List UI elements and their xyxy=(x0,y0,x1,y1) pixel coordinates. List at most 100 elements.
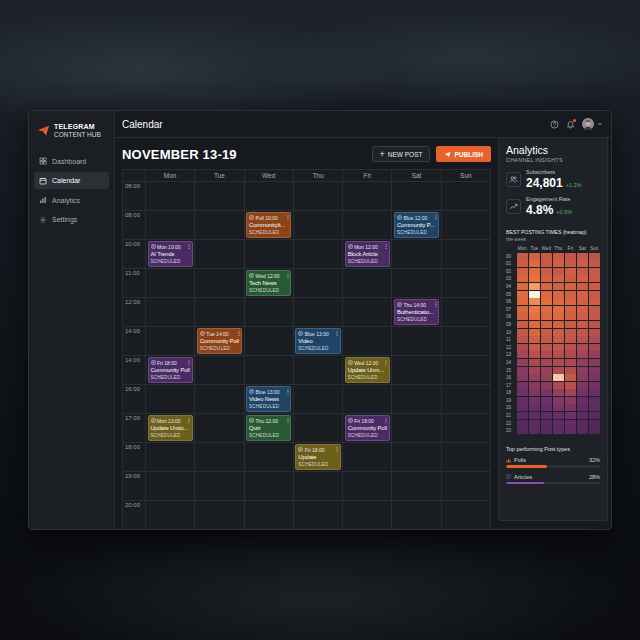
heatmap-cell[interactable] xyxy=(577,329,588,336)
heatmap-cell[interactable] xyxy=(553,313,564,320)
heatmap-cell[interactable] xyxy=(529,389,540,396)
heatmap-cell[interactable] xyxy=(553,427,564,434)
heatmap-cell[interactable] xyxy=(589,268,600,275)
sidebar-item[interactable]: Settings xyxy=(34,211,109,228)
heatmap-cell[interactable] xyxy=(517,306,528,313)
time-slot[interactable] xyxy=(145,443,194,472)
time-slot[interactable] xyxy=(244,182,293,211)
more-icon[interactable] xyxy=(385,244,387,249)
time-slot[interactable] xyxy=(342,211,391,240)
heatmap-cell[interactable] xyxy=(553,382,564,389)
time-slot[interactable] xyxy=(293,182,342,211)
publish-button[interactable]: PUBLISH xyxy=(436,146,491,162)
heatmap-cell[interactable] xyxy=(517,367,528,374)
time-slot[interactable]: Wed 12:00 Tech News SCHEDULED xyxy=(244,269,293,298)
heatmap-cell[interactable] xyxy=(577,344,588,351)
more-icon[interactable] xyxy=(287,273,289,278)
time-slot[interactable] xyxy=(145,182,194,211)
heatmap-cell[interactable] xyxy=(553,260,564,267)
heatmap-cell[interactable] xyxy=(565,329,576,336)
time-slot[interactable] xyxy=(391,385,440,414)
time-slot[interactable]: Tue 14:00 Community Poll SCHEDULED xyxy=(194,327,243,356)
heatmap-cell[interactable] xyxy=(589,253,600,260)
time-slot[interactable] xyxy=(342,443,391,472)
heatmap-cell[interactable] xyxy=(541,404,552,411)
heatmap-cell[interactable] xyxy=(577,306,588,313)
heatmap-cell[interactable] xyxy=(529,397,540,404)
time-slot[interactable] xyxy=(441,414,490,443)
heatmap-cell[interactable] xyxy=(589,329,600,336)
time-slot[interactable] xyxy=(441,472,490,501)
heatmap-cell[interactable] xyxy=(589,427,600,434)
heatmap-cell[interactable] xyxy=(565,344,576,351)
heatmap-cell[interactable] xyxy=(577,351,588,358)
heatmap-cell[interactable] xyxy=(577,367,588,374)
heatmap-cell[interactable] xyxy=(553,412,564,419)
heatmap-cell[interactable] xyxy=(517,313,528,320)
time-slot[interactable] xyxy=(342,472,391,501)
heatmap-cell[interactable] xyxy=(553,306,564,313)
heatmap-cell[interactable] xyxy=(589,389,600,396)
heatmap-cell[interactable] xyxy=(553,283,564,290)
heatmap-cell[interactable] xyxy=(589,420,600,427)
heatmap-cell[interactable] xyxy=(565,291,576,298)
post-card[interactable]: Tue 14:00 Community Poll SCHEDULED xyxy=(197,328,242,354)
heatmap-cell[interactable] xyxy=(589,336,600,343)
heatmap-cell[interactable] xyxy=(589,260,600,267)
notifications-button[interactable] xyxy=(566,120,575,129)
post-card[interactable]: Fri 18:00 Community Poll SCHEDULED xyxy=(148,357,193,383)
heatmap-cell[interactable] xyxy=(529,351,540,358)
heatmap-cell[interactable] xyxy=(589,291,600,298)
heatmap-cell[interactable] xyxy=(577,260,588,267)
heatmap-cell[interactable] xyxy=(577,382,588,389)
heatmap-cell[interactable] xyxy=(565,374,576,381)
heatmap-cell[interactable] xyxy=(529,404,540,411)
time-slot[interactable] xyxy=(441,298,490,327)
heatmap-cell[interactable] xyxy=(517,291,528,298)
heatmap-cell[interactable] xyxy=(541,351,552,358)
heatmap-cell[interactable] xyxy=(565,268,576,275)
heatmap-cell[interactable] xyxy=(529,336,540,343)
time-slot[interactable] xyxy=(244,443,293,472)
heatmap-cell[interactable] xyxy=(565,389,576,396)
heatmap-cell[interactable] xyxy=(529,344,540,351)
sidebar-item[interactable]: Analytics xyxy=(34,192,109,209)
time-slot[interactable] xyxy=(194,269,243,298)
time-slot[interactable] xyxy=(342,385,391,414)
heatmap-cell[interactable] xyxy=(529,382,540,389)
time-slot[interactable] xyxy=(391,472,440,501)
more-icon[interactable] xyxy=(336,331,338,336)
chevron-down-icon[interactable] xyxy=(597,121,603,127)
time-slot[interactable]: Wed 12:00 Update Unm... SCHEDULED xyxy=(342,356,391,385)
heatmap-cell[interactable] xyxy=(541,359,552,366)
heatmap-cell[interactable] xyxy=(553,374,564,381)
heatmap-cell[interactable] xyxy=(589,298,600,305)
heatmap-cell[interactable] xyxy=(553,275,564,282)
time-slot[interactable] xyxy=(391,240,440,269)
time-slot[interactable]: Blue 13:00 Video SCHEDULED xyxy=(293,327,342,356)
time-slot[interactable]: Poll 10:00 CommunityIt... SCHEDULED xyxy=(244,211,293,240)
heatmap-cell[interactable] xyxy=(517,382,528,389)
heatmap-cell[interactable] xyxy=(517,336,528,343)
heatmap-cell[interactable] xyxy=(577,298,588,305)
time-slot[interactable] xyxy=(391,269,440,298)
heatmap-cell[interactable] xyxy=(589,351,600,358)
time-slot[interactable] xyxy=(441,240,490,269)
heatmap-cell[interactable] xyxy=(529,374,540,381)
heatmap-cell[interactable] xyxy=(541,298,552,305)
heatmap-cell[interactable] xyxy=(541,397,552,404)
heatmap-cell[interactable] xyxy=(553,389,564,396)
post-card[interactable]: Blue 13:00 Video SCHEDULED xyxy=(295,328,340,354)
time-slot[interactable] xyxy=(441,443,490,472)
heatmap-cell[interactable] xyxy=(553,253,564,260)
time-slot[interactable] xyxy=(194,414,243,443)
time-slot[interactable] xyxy=(293,356,342,385)
heatmap-cell[interactable] xyxy=(577,397,588,404)
time-slot[interactable] xyxy=(194,501,243,529)
time-slot[interactable]: Blue 12:00 Community P... SCHEDULED xyxy=(391,211,440,240)
post-card[interactable]: Poll 10:00 CommunityIt... SCHEDULED xyxy=(246,212,291,238)
heatmap-cell[interactable] xyxy=(565,367,576,374)
heatmap-cell[interactable] xyxy=(577,404,588,411)
heatmap-cell[interactable] xyxy=(589,397,600,404)
time-slot[interactable] xyxy=(342,269,391,298)
